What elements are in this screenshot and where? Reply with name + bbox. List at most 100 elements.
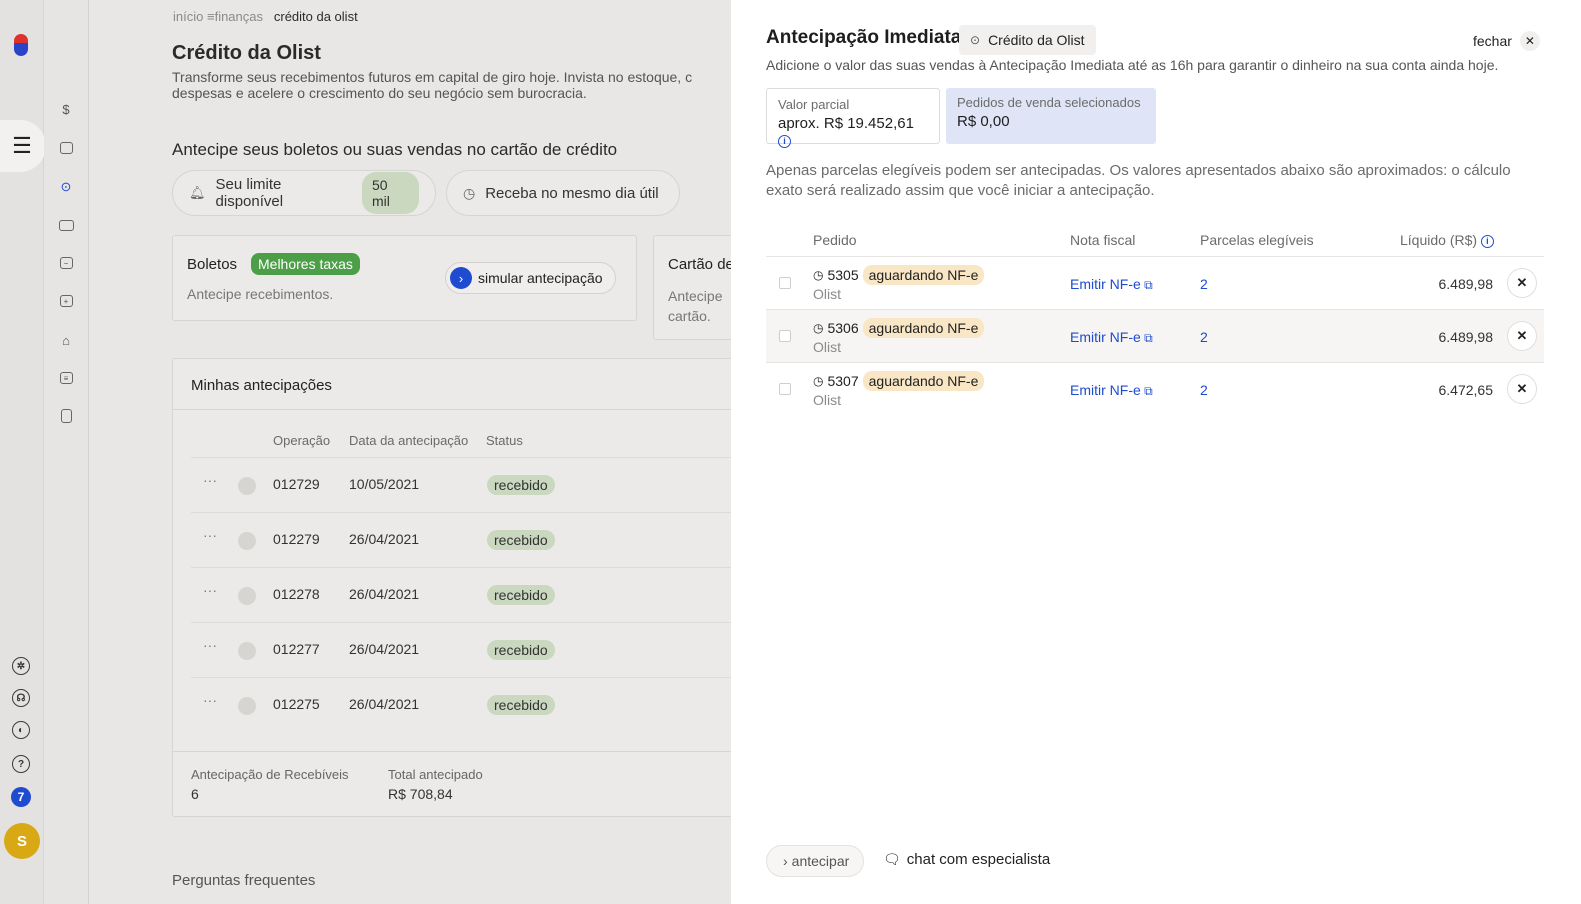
cartao-description: Antecipe cartão. [668, 288, 723, 324]
remove-order-button[interactable]: ✕ [1507, 374, 1537, 404]
selected-orders-value: R$ 0,00 [957, 113, 1010, 130]
explore-icon[interactable]: ✲ [12, 657, 30, 675]
order-store: Olist [813, 286, 841, 302]
emit-invoice-link[interactable]: Emitir NF-e ⧉ [1070, 276, 1153, 293]
installments-link[interactable]: 2 [1200, 276, 1208, 292]
net-value: 6.489,98 [1438, 276, 1494, 292]
faq-heading: Perguntas frequentes [172, 872, 316, 889]
credit-icon: ⊙ [970, 33, 981, 47]
same-day-pill: ◷ Receba no mesmo dia útil [446, 170, 680, 216]
status-badge: recebido [487, 585, 555, 605]
bank-icon[interactable]: ⌂ [57, 331, 75, 349]
simulate-button-label: simular antecipação [478, 270, 603, 286]
table-row[interactable]: ··· 012277 26/04/2021 recebido [191, 622, 748, 677]
minus-box-icon[interactable]: − [57, 254, 75, 272]
order-row[interactable]: ◷ 5307 aguardando NF-e Olist Emitir NF-e… [766, 362, 1544, 415]
document-icon[interactable] [57, 407, 75, 425]
operation-id: 012279 [273, 531, 320, 547]
info-icon[interactable]: i [1480, 234, 1494, 248]
status-badge: recebido [487, 475, 555, 495]
more-icon[interactable]: ··· [203, 692, 217, 708]
partial-value-box: Valor parcial aprox. R$ 19.452,61 i [766, 88, 940, 148]
table-row[interactable]: ··· 012729 10/05/2021 recebido [191, 457, 748, 512]
installments-link[interactable]: 2 [1200, 329, 1208, 345]
page-subtitle: Transforme seus recebimentos futuros em … [172, 69, 693, 101]
my-anticipations-card: Minhas antecipações Operação Data da ant… [172, 358, 748, 817]
plus-box-icon[interactable]: + [57, 292, 75, 310]
notifications-badge[interactable]: 7 [11, 787, 31, 807]
order-checkbox[interactable] [779, 330, 791, 342]
close-button[interactable]: fechar ✕ [1473, 31, 1540, 51]
installments-link[interactable]: 2 [1200, 382, 1208, 398]
order-id: 5306 [827, 320, 859, 336]
limit-value: 50 mil [361, 172, 419, 214]
remove-order-button[interactable]: ✕ [1507, 268, 1537, 298]
order-row[interactable]: ◷ 5305 aguardando NF-e Olist Emitir NF-e… [766, 256, 1544, 309]
chat-icon: 🗨︎ [883, 851, 901, 867]
order-checkbox[interactable] [779, 383, 791, 395]
order-id-group: ◷ 5305 aguardando NF-e [813, 265, 985, 285]
selected-orders-label: Pedidos de venda selecionados [957, 95, 1141, 110]
order-row[interactable]: ◷ 5306 aguardando NF-e Olist Emitir NF-e… [766, 309, 1544, 362]
operation-date: 26/04/2021 [349, 531, 420, 547]
operation-date: 10/05/2021 [349, 476, 420, 492]
boletos-description: Antecipe recebimentos. [187, 286, 334, 302]
support-icon[interactable]: ☊ [12, 689, 30, 707]
info-icon[interactable]: i [778, 134, 791, 148]
clock-icon: ◷ [813, 321, 824, 335]
chat-specialist-button[interactable]: 🗨︎ chat com especialista [883, 851, 1050, 868]
receipt-icon [238, 587, 256, 605]
remove-order-button[interactable]: ✕ [1507, 321, 1537, 351]
chevron-right-icon: › [783, 853, 788, 869]
more-icon[interactable]: ··· [203, 582, 217, 598]
order-id-group: ◷ 5306 aguardando NF-e [813, 318, 985, 338]
emit-invoice-link[interactable]: Emitir NF-e ⧉ [1070, 382, 1153, 399]
receipt-icon [238, 697, 256, 715]
clock-icon: ◷ [813, 268, 824, 282]
anticipate-button[interactable]: › antecipar [766, 845, 865, 877]
operation-id: 012275 [273, 696, 320, 712]
limit-pill: 🔔︎ Seu limite disponível 50 mil [172, 170, 436, 216]
partial-value-label: Valor parcial [778, 97, 850, 112]
operation-date: 26/04/2021 [349, 641, 420, 657]
table-row[interactable]: ··· 012275 26/04/2021 recebido [191, 677, 748, 732]
more-icon[interactable]: ··· [203, 527, 217, 543]
contrast-icon[interactable]: ◐ [12, 721, 30, 739]
receipt-icon [238, 532, 256, 550]
wallet-icon[interactable] [57, 139, 75, 157]
table-row[interactable]: ··· 012278 26/04/2021 recebido [191, 567, 748, 622]
boletos-card: Boletos Melhores taxas Antecipe recebime… [172, 235, 637, 321]
table-row[interactable]: ··· 012279 26/04/2021 recebido [191, 512, 748, 567]
net-value: 6.472,65 [1438, 382, 1494, 398]
col-pedido: Pedido [813, 232, 857, 248]
clock-icon: ◷ [463, 184, 476, 201]
breadcrumb-section[interactable]: finanças [215, 9, 263, 24]
cartao-card: Cartão de Antecipe cartão. [653, 235, 743, 340]
receipt-icon [238, 477, 256, 495]
breadcrumb-home[interactable]: início [173, 9, 203, 24]
card-icon[interactable] [57, 216, 75, 234]
more-icon[interactable]: ··· [203, 472, 217, 488]
operation-date: 26/04/2021 [349, 696, 420, 712]
status-badge: recebido [487, 640, 555, 660]
selected-orders-box: Pedidos de venda selecionados R$ 0,00 [946, 88, 1156, 144]
credit-icon[interactable]: ⊙ [57, 178, 75, 196]
menu-icon[interactable]: ☰ [0, 120, 46, 172]
drawer-title: Antecipação Imediata [766, 27, 962, 48]
order-checkbox[interactable] [779, 277, 791, 289]
status-badge: aguardando NF-e [862, 318, 985, 338]
simulate-button[interactable]: › simular antecipação [445, 262, 616, 294]
partial-value: aprox. R$ 19.452,61 [778, 115, 914, 132]
dollar-icon[interactable]: $ [57, 100, 75, 118]
status-badge: recebido [487, 695, 555, 715]
more-icon[interactable]: ··· [203, 637, 217, 653]
help-icon[interactable]: ? [12, 755, 30, 773]
avatar[interactable]: S [4, 823, 40, 859]
anticipate-button-label: antecipar [791, 853, 850, 869]
col-status: Status [486, 433, 523, 448]
emit-invoice-link[interactable]: Emitir NF-e ⧉ [1070, 329, 1153, 346]
chevron-right-icon: › [450, 267, 472, 289]
breadcrumb: início ≡finanças crédito da olist [173, 9, 358, 24]
close-icon[interactable]: ✕ [1519, 31, 1540, 51]
list-icon[interactable]: ≡ [57, 369, 75, 387]
